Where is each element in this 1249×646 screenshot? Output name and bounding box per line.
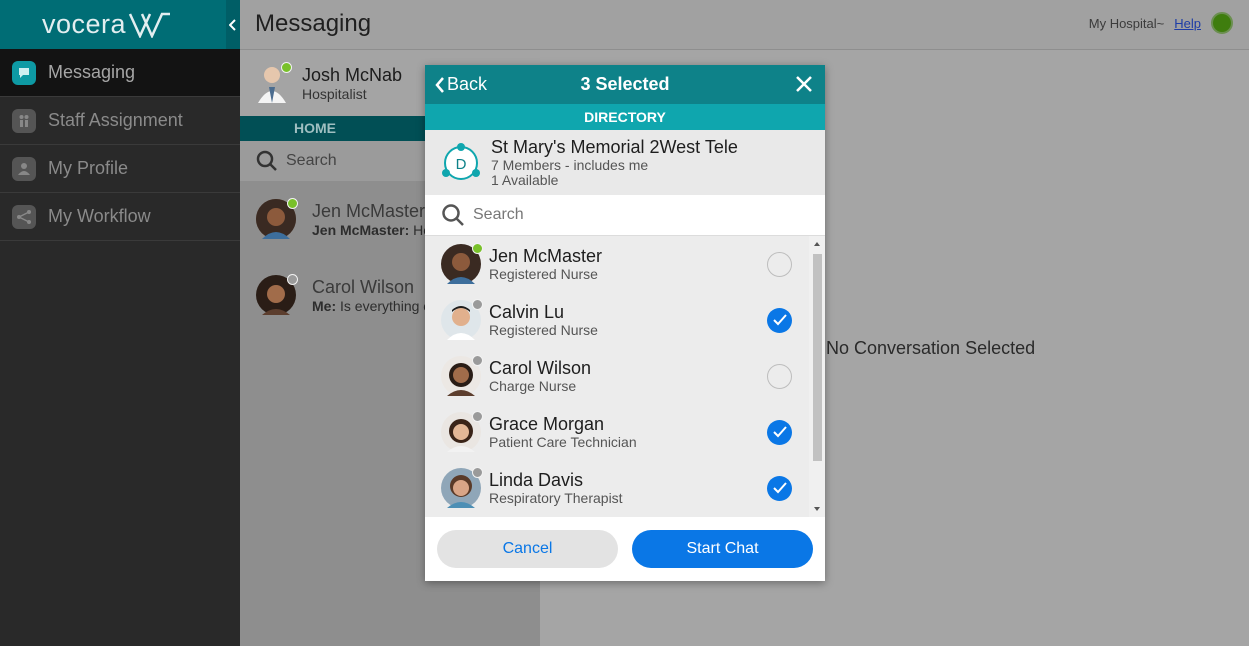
group-directory-icon: D [442,142,480,180]
group-name: St Mary's Memorial 2West Tele [491,137,738,157]
person-name: Linda Davis [489,470,584,490]
hospital-selector[interactable]: My Hospital~ [1089,16,1165,31]
user-status-indicator[interactable] [1211,12,1233,34]
offline-presence-icon [472,355,483,366]
avatar [441,411,483,452]
conversation-preview: Jen McMaster: He [312,221,432,238]
dialog-header: Back 3 Selected [425,65,825,104]
group-members: 7 Members - includes me [491,157,649,173]
top-right-controls: My Hospital~ Help [1089,12,1233,34]
list-item[interactable]: Calvin Lu Registered Nurse [425,292,825,348]
scroll-thumb[interactable] [813,254,822,461]
online-presence-icon [287,198,298,209]
offline-presence-icon [287,274,298,285]
current-user-role: Hospitalist [302,85,367,102]
page-title: Messaging [255,10,372,37]
avatar [256,198,298,239]
brand-wordmark: vocera [42,9,127,39]
search-icon [256,150,277,171]
select-checkbox[interactable] [767,363,792,389]
sidebar-item-label: Staff Assignment [48,110,183,130]
chevron-left-icon [229,18,236,31]
person-role: Registered Nurse [489,266,598,282]
directory-search [425,195,825,236]
person-role: Registered Nurse [489,322,598,338]
sidebar-item-label: My Profile [48,158,129,178]
svg-text:D: D [456,156,467,173]
online-presence-icon [472,243,483,254]
person-name: Carol Wilson [489,358,592,378]
back-label: Back [447,74,488,94]
sidebar-item-messaging[interactable]: Messaging [0,49,240,97]
directory-tab[interactable]: DIRECTORY [425,104,825,130]
offline-presence-icon [472,411,483,422]
person-role: Respiratory Therapist [489,490,623,506]
checkmark-icon [772,426,787,438]
chevron-left-icon [435,76,444,93]
checkmark-icon [772,482,787,494]
person-name: Jen McMaster [489,246,603,266]
conversation-preview: Me: Is everything o [312,297,432,314]
new-chat-dialog: Back 3 Selected DIRECTORY D St Mary's Me… [425,65,825,581]
avatar [256,274,298,315]
avatar [441,355,483,396]
close-icon [796,76,812,92]
search-icon [442,204,464,226]
avatar [256,62,292,103]
vocera-mark-icon [128,12,171,38]
person-icon [12,156,36,181]
help-link[interactable]: Help [1174,16,1201,31]
list-item[interactable]: Carol Wilson Charge Nurse [425,348,825,404]
sidebar: vocera Messaging Staff Assignment My Pro… [0,0,240,646]
brand-header: vocera [0,0,240,49]
empty-state-text: No Conversation Selected [826,338,1036,358]
person-role: Charge Nurse [489,378,577,394]
online-presence-icon [281,62,292,73]
list-item[interactable]: Linda Davis Respiratory Therapist [425,460,825,516]
select-checkbox[interactable] [767,475,792,501]
avatar [441,467,483,508]
cancel-button[interactable]: Cancel [437,529,618,568]
conversation-search-placeholder: Search [286,152,337,169]
list-item[interactable]: Grace Morgan Patient Care Technician [425,404,825,460]
sidebar-item-my-workflow[interactable]: My Workflow [0,193,240,241]
back-button[interactable]: Back [435,74,487,95]
sidebar-item-label: Messaging [48,62,136,82]
current-user-name: Josh McNab [302,64,403,85]
select-checkbox[interactable] [767,251,792,277]
avatar [441,243,483,284]
group-available: 1 Available [491,172,559,188]
people-list: Jen McMaster Registered Nurse Calvin Lu … [425,236,825,517]
group-card[interactable]: D St Mary's Memorial 2West Tele 7 Member… [425,130,825,195]
dialog-footer: Cancel Start Chat [425,516,825,581]
offline-presence-icon [472,299,483,310]
list-item[interactable]: Jen McMaster Registered Nurse [425,236,825,292]
checkmark-icon [772,314,787,326]
vocera-logo: vocera [42,9,172,40]
avatar [441,299,483,340]
offline-presence-icon [472,467,483,478]
select-checkbox[interactable] [767,419,792,445]
person-name: Calvin Lu [489,302,565,322]
person-name: Grace Morgan [489,414,605,434]
conversation-name: Carol Wilson [312,276,415,297]
start-chat-button[interactable]: Start Chat [632,529,813,568]
person-role: Patient Care Technician [489,434,637,450]
workflow-icon [12,204,36,229]
top-bar: Messaging My Hospital~ Help [240,0,1249,50]
scroll-up-icon[interactable] [814,242,820,246]
close-button[interactable] [793,73,815,100]
sidebar-item-staff-assignment[interactable]: Staff Assignment [0,97,240,145]
select-checkbox[interactable] [767,307,792,333]
chat-bubble-icon [12,60,36,85]
collapse-sidebar-button[interactable] [226,0,240,49]
conversation-name: Jen McMaster [312,200,426,221]
scroll-down-icon[interactable] [814,507,820,511]
sidebar-item-my-profile[interactable]: My Profile [0,145,240,193]
search-input[interactable] [473,206,773,224]
sidebar-item-label: My Workflow [48,206,151,226]
staff-icon [12,108,36,133]
list-scrollbar[interactable] [809,236,825,517]
